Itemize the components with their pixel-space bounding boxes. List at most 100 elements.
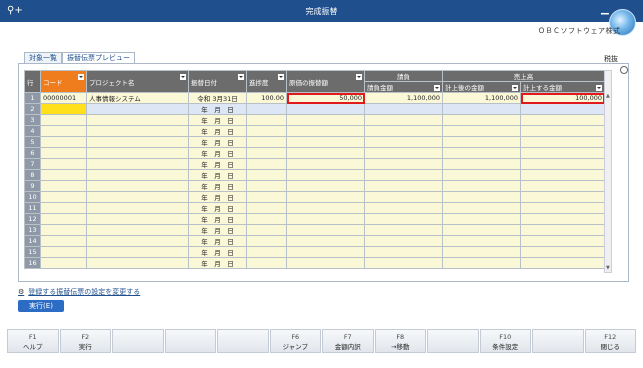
cell-booked[interactable] <box>442 235 521 247</box>
cell-booked[interactable] <box>442 257 521 269</box>
cell-project[interactable] <box>86 257 189 269</box>
run-button[interactable]: 実行(E) <box>18 300 64 312</box>
cell-contract[interactable] <box>364 224 443 236</box>
header-booked-amount[interactable]: 計上後の金額 <box>442 81 521 93</box>
cell-contract[interactable] <box>364 191 443 203</box>
header-cost[interactable]: 原価の振替額 <box>286 70 365 93</box>
cell-date[interactable]: 年 月 日 <box>188 125 247 137</box>
cell-date[interactable]: 年 月 日 <box>188 213 247 225</box>
cell-project[interactable] <box>86 114 189 126</box>
cell-contract[interactable] <box>364 202 443 214</box>
fkey-button-6[interactable]: F6 ジャンプ <box>269 329 321 353</box>
table-row[interactable]: 6 年 月 日 <box>24 147 605 159</box>
cell-progress[interactable] <box>246 224 287 236</box>
minimize-button[interactable]: ▁ <box>601 4 609 15</box>
cell-booked[interactable] <box>442 169 521 181</box>
cell-progress[interactable] <box>246 257 287 269</box>
fkey-button-11[interactable] <box>532 329 584 353</box>
header-contract-amount[interactable]: 請負金額 <box>364 81 443 93</box>
table-row[interactable]: 12 年 月 日 <box>24 213 605 225</box>
cell-booked[interactable] <box>442 224 521 236</box>
cell-code[interactable] <box>40 125 87 137</box>
cell-project[interactable]: 人事情報システム <box>86 92 189 104</box>
cell-code[interactable] <box>40 114 87 126</box>
cell-date[interactable]: 年 月 日 <box>188 180 247 192</box>
cell-cost[interactable] <box>286 191 365 203</box>
cell-cost[interactable] <box>286 180 365 192</box>
cell-progress[interactable] <box>246 235 287 247</box>
cell-cost[interactable] <box>286 147 365 159</box>
cell-date[interactable]: 年 月 日 <box>188 169 247 181</box>
fkey-button-10[interactable]: F10 条件設定 <box>479 329 531 353</box>
cell-contract[interactable] <box>364 246 443 258</box>
cell-code[interactable] <box>40 224 87 236</box>
cell-to-book[interactable] <box>520 158 605 170</box>
chevron-down-icon[interactable] <box>238 74 244 80</box>
help-circle-icon[interactable] <box>620 66 628 74</box>
cell-cost[interactable] <box>286 224 365 236</box>
cell-contract[interactable] <box>364 103 443 115</box>
cell-date[interactable]: 年 月 日 <box>188 202 247 214</box>
cell-booked[interactable] <box>442 136 521 148</box>
cell-progress[interactable] <box>246 147 287 159</box>
cell-to-book[interactable] <box>520 191 605 203</box>
cell-progress[interactable]: 100.00 <box>246 92 287 104</box>
table-row[interactable]: 9 年 月 日 <box>24 180 605 192</box>
cell-contract[interactable] <box>364 169 443 181</box>
fkey-button-3[interactable] <box>112 329 164 353</box>
cell-contract[interactable]: 1,100,000 <box>364 92 443 104</box>
cell-date[interactable]: 年 月 日 <box>188 158 247 170</box>
cell-project[interactable] <box>86 125 189 137</box>
cell-booked[interactable] <box>442 180 521 192</box>
cell-to-book[interactable] <box>520 136 605 148</box>
chevron-down-icon[interactable] <box>356 74 362 80</box>
cell-progress[interactable] <box>246 169 287 181</box>
cell-project[interactable] <box>86 213 189 225</box>
cell-date[interactable]: 年 月 日 <box>188 246 247 258</box>
cell-project[interactable] <box>86 136 189 148</box>
cell-to-book[interactable] <box>520 103 605 115</box>
cell-code[interactable] <box>40 180 87 192</box>
header-code[interactable]: コード <box>40 70 87 93</box>
fkey-button-12[interactable]: F12 閉じる <box>584 329 636 353</box>
cell-cost[interactable] <box>286 246 365 258</box>
table-row[interactable]: 15 年 月 日 <box>24 246 605 258</box>
table-row[interactable]: 13 年 月 日 <box>24 224 605 236</box>
cell-booked[interactable] <box>442 246 521 258</box>
cell-code[interactable] <box>40 235 87 247</box>
cell-cost[interactable] <box>286 213 365 225</box>
fkey-button-7[interactable]: F7 金額内訳 <box>322 329 374 353</box>
cell-cost[interactable] <box>286 257 365 269</box>
fkey-button-4[interactable] <box>164 329 216 353</box>
cell-contract[interactable] <box>364 147 443 159</box>
header-project[interactable]: プロジェクト名 <box>86 70 189 93</box>
cell-booked[interactable] <box>442 191 521 203</box>
cell-progress[interactable] <box>246 246 287 258</box>
cell-booked[interactable] <box>442 202 521 214</box>
cell-cost[interactable] <box>286 158 365 170</box>
cell-progress[interactable] <box>246 213 287 225</box>
cell-contract[interactable] <box>364 136 443 148</box>
cell-booked[interactable] <box>442 147 521 159</box>
cell-cost[interactable] <box>286 235 365 247</box>
cell-code[interactable] <box>40 213 87 225</box>
cell-code[interactable] <box>40 202 87 214</box>
table-row[interactable]: 5 年 月 日 <box>24 136 605 148</box>
cell-to-book[interactable] <box>520 147 605 159</box>
header-progress[interactable]: 進捗度 <box>246 70 287 93</box>
cell-project[interactable] <box>86 169 189 181</box>
cell-date[interactable]: 年 月 日 <box>188 103 247 115</box>
cell-project[interactable] <box>86 103 189 115</box>
cell-code[interactable] <box>40 147 87 159</box>
cell-cost[interactable] <box>286 136 365 148</box>
table-row[interactable]: 2 年 月 日 <box>24 103 605 115</box>
cell-code[interactable] <box>40 158 87 170</box>
cell-progress[interactable] <box>246 136 287 148</box>
cell-booked[interactable] <box>442 158 521 170</box>
table-row[interactable]: 3 年 月 日 <box>24 114 605 126</box>
fkey-button-1[interactable]: F1 ヘルプ <box>7 329 59 353</box>
cell-cost[interactable]: 50,000 <box>286 92 365 104</box>
cell-to-book[interactable] <box>520 125 605 137</box>
cell-to-book[interactable] <box>520 257 605 269</box>
cell-contract[interactable] <box>364 125 443 137</box>
